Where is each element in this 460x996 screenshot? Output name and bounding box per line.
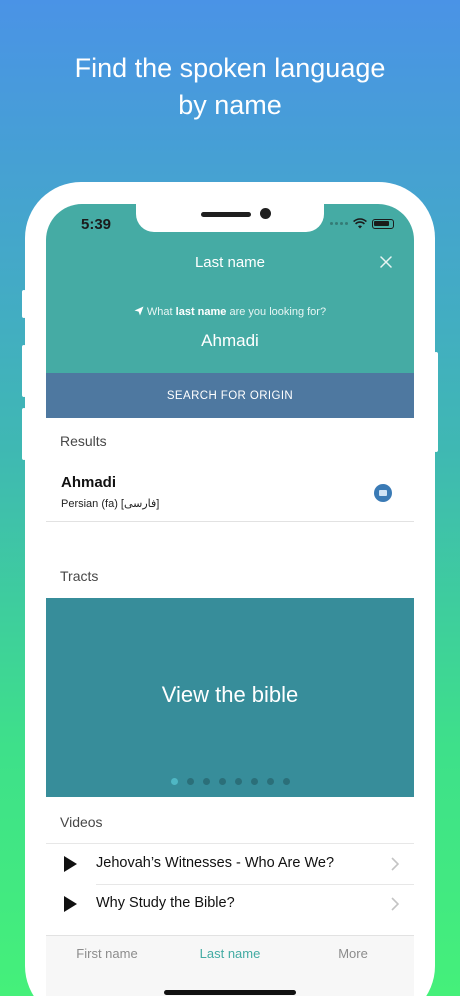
- prompt-prefix: What: [146, 306, 176, 318]
- chevron-right-icon: [391, 897, 399, 911]
- notch: [136, 204, 324, 232]
- page-dot[interactable]: [235, 778, 242, 785]
- front-camera: [260, 208, 271, 219]
- video-title: Jehovah’s Witnesses - Who Are We?: [96, 855, 335, 871]
- phone-side-button: [22, 408, 26, 460]
- status-time: 5:39: [81, 216, 112, 233]
- wifi-icon: [353, 218, 367, 229]
- result-name: Ahmadi: [61, 474, 117, 491]
- search-prompt: What last name are you looking for?: [46, 306, 414, 318]
- result-language: Persian (fa) [فارسی]: [61, 498, 160, 510]
- prompt-suffix: are you looking for?: [226, 306, 327, 318]
- phone-side-button: [22, 290, 26, 318]
- signal-icon: [330, 222, 348, 225]
- phone-side-button: [22, 345, 26, 397]
- page-dot[interactable]: [203, 778, 210, 785]
- tracts-heading: Tracts: [60, 568, 99, 584]
- page-dot[interactable]: [171, 778, 178, 785]
- search-input[interactable]: Ahmadi: [46, 331, 414, 351]
- videos-heading: Videos: [60, 814, 103, 830]
- result-row[interactable]: Ahmadi Persian (fa) [فارسی]: [46, 464, 414, 522]
- tab-more[interactable]: More: [292, 946, 414, 961]
- battery-icon: [372, 218, 394, 229]
- search-origin-button[interactable]: SEARCH FOR ORIGIN: [46, 373, 414, 418]
- book-icon[interactable]: [374, 484, 392, 502]
- page-dot[interactable]: [283, 778, 290, 785]
- tract-banner-text: View the bible: [161, 682, 299, 707]
- page-indicator[interactable]: [171, 778, 290, 785]
- results-heading: Results: [60, 433, 107, 449]
- app-screen: 5:39 Last name What last name are you lo…: [46, 204, 414, 996]
- tab-bar: First name Last name More: [46, 935, 414, 996]
- phone-side-button: [434, 352, 438, 452]
- video-row[interactable]: Why Study the Bible?: [46, 884, 414, 924]
- tract-banner[interactable]: View the bible: [46, 598, 414, 797]
- video-row[interactable]: Jehovah’s Witnesses - Who Are We?: [46, 844, 414, 884]
- page-dot[interactable]: [219, 778, 226, 785]
- home-indicator: [164, 990, 296, 995]
- play-icon: [64, 896, 77, 912]
- send-icon: [134, 306, 144, 316]
- play-icon: [64, 856, 77, 872]
- page-dot[interactable]: [267, 778, 274, 785]
- status-icons: [330, 218, 394, 229]
- promo-line-1: Find the spoken language: [74, 53, 386, 83]
- tab-last-name[interactable]: Last name: [169, 946, 291, 961]
- page-dot[interactable]: [187, 778, 194, 785]
- chevron-right-icon: [391, 857, 399, 871]
- tab-first-name[interactable]: First name: [46, 946, 168, 961]
- close-icon[interactable]: [378, 254, 394, 270]
- speaker: [201, 212, 251, 217]
- video-title: Why Study the Bible?: [96, 895, 235, 911]
- prompt-bold: last name: [175, 306, 227, 318]
- nav-title: Last name: [194, 254, 266, 271]
- promo-headline: Find the spoken language by name: [0, 50, 460, 124]
- page-dot[interactable]: [251, 778, 258, 785]
- promo-line-2: by name: [178, 90, 282, 120]
